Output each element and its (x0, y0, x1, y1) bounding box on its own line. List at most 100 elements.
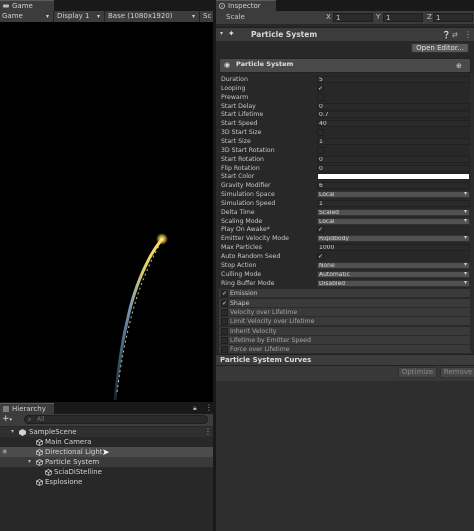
property-dropdown[interactable]: None (317, 261, 470, 269)
module-checkbox[interactable] (221, 318, 228, 326)
gameobject-cube-icon (45, 469, 52, 476)
property-checkbox[interactable]: ✓ (317, 84, 324, 92)
property-checkbox[interactable] (317, 129, 324, 137)
item-label: Esplosione (45, 478, 83, 486)
particle-module-header[interactable]: ◉ Particle System ⊕ (219, 58, 471, 73)
expand-arrow-icon[interactable]: ▾ (28, 457, 31, 467)
property-dropdown[interactable]: Local (317, 217, 470, 225)
open-editor-button[interactable]: Open Editor... (411, 43, 469, 53)
property-dropdown[interactable]: Rigidbody (317, 235, 470, 243)
scene-row[interactable]: ▾ SampleScene ⋮ (0, 427, 213, 437)
property-row: Start Lifetime 0.7 (219, 110, 471, 119)
property-row: Prewarm (219, 93, 471, 102)
module-row[interactable]: Limit Velocity over Lifetime (219, 317, 471, 327)
scale-label-cut: Sc (203, 12, 212, 20)
component-header[interactable]: ▾ ✦ Particle System ❔ ⇄ ⋮ (216, 27, 474, 41)
hierarchy-item[interactable]: Esplosione (0, 477, 213, 487)
resolution-dropdown[interactable]: Base (1080x1920) ▾ (106, 11, 198, 22)
color-swatch[interactable] (317, 173, 470, 181)
scale-z-value: 1 (436, 14, 441, 22)
hierarchy-item[interactable]: SciaDiStelline (0, 467, 213, 477)
module-row[interactable]: Lifetime by Emitter Speed (219, 335, 471, 345)
search-icon: ⌕ (28, 416, 32, 423)
hierarchy-item[interactable]: ◉ Directional Light ➤ (0, 447, 213, 458)
search-input[interactable]: ⌕ All (24, 415, 208, 424)
hierarchy-tabbar: Hierarchy 🔒︎ ⋮ (0, 403, 213, 414)
module-row[interactable]: ✓ Emission (219, 289, 471, 299)
property-dropdown[interactable]: Automatic (317, 270, 470, 278)
add-button[interactable]: +▾ (2, 415, 18, 425)
hierarchy-item[interactable]: ▾ Particle System (0, 457, 213, 467)
display-mode-dropdown[interactable]: Game ▾ (0, 11, 52, 22)
property-dropdown[interactable]: Disabled (317, 279, 470, 287)
property-dropdown[interactable]: Local (317, 191, 470, 199)
scale-z-field[interactable]: 1 (433, 13, 473, 22)
hierarchy-item[interactable]: Main Camera (0, 437, 213, 447)
kebab-menu-icon[interactable]: ⋮ (205, 403, 213, 412)
visibility-eye-icon[interactable]: ◉ (2, 447, 7, 457)
curves-header[interactable]: Particle System Curves (216, 354, 474, 365)
inspector-scrollbar[interactable] (470, 75, 474, 350)
scale-x-field[interactable]: 1 (333, 13, 373, 22)
module-checkbox[interactable] (221, 336, 228, 344)
property-label: Start Lifetime (221, 111, 264, 119)
module-checkbox[interactable]: ✓ (221, 299, 228, 307)
property-checkbox[interactable] (317, 93, 324, 101)
kebab-menu-icon[interactable]: ⋮ (464, 29, 472, 40)
display-dropdown[interactable]: Display 1 ▾ (55, 11, 103, 22)
optimize-button[interactable]: Optimize (398, 367, 437, 378)
module-checkbox[interactable] (221, 327, 228, 335)
property-checkbox[interactable] (317, 146, 324, 154)
module-row[interactable]: Velocity over Lifetime (219, 308, 471, 317)
property-field[interactable]: 0 (317, 164, 470, 172)
property-field[interactable]: 6 (317, 182, 470, 190)
curves-area (216, 365, 474, 531)
scale-row: Scale X 1 Y 1 Z 1 (216, 11, 474, 24)
property-label: Ring Buffer Mode (221, 279, 275, 287)
module-row[interactable]: Inherit Velocity (219, 326, 471, 336)
particle-module-icon: ◉ (224, 61, 231, 69)
help-icon[interactable]: ❔ (442, 30, 451, 40)
list-icon (3, 406, 9, 412)
game-tab[interactable]: Game (0, 0, 54, 11)
property-field[interactable]: 1000 (317, 244, 470, 252)
module-checkbox[interactable]: ✓ (221, 290, 228, 298)
scale-y-field[interactable]: 1 (383, 13, 423, 22)
hierarchy-tab[interactable]: Hierarchy (0, 403, 54, 414)
inspector-tab[interactable]: Inspector (216, 0, 276, 11)
property-checkbox[interactable]: ✓ (317, 253, 324, 260)
module-checkbox[interactable] (221, 309, 228, 316)
expand-arrow-icon[interactable]: ▾ (11, 427, 14, 437)
property-row: Duration 5 (219, 75, 471, 84)
property-label: Play On Awake* (221, 226, 270, 234)
property-row: 3D Start Size (219, 128, 471, 137)
module-row[interactable]: Force over Lifetime (219, 345, 471, 355)
scale-y-value: 1 (386, 14, 391, 22)
optimize-label: Optimize (401, 368, 434, 376)
preset-icon[interactable]: ⇄ (452, 30, 458, 40)
property-row: Start Rotation 0 (219, 155, 471, 164)
property-field[interactable]: 0 (317, 155, 470, 163)
property-value: Local (319, 217, 335, 225)
kebab-menu-icon[interactable]: ⋮ (204, 427, 212, 436)
item-label: Main Camera (45, 438, 92, 446)
property-field[interactable]: 5 (317, 76, 470, 83)
module-row[interactable]: ✓ Shape (219, 298, 471, 308)
component-enabled-checkbox[interactable] (240, 31, 247, 38)
module-checkbox[interactable] (221, 346, 228, 354)
property-field[interactable]: 0.7 (317, 111, 470, 119)
property-checkbox[interactable]: ✓ (317, 226, 324, 234)
remove-button[interactable]: Remove (440, 367, 474, 378)
property-row: Auto Random Seed ✓ (219, 252, 471, 261)
foldout-arrow-icon[interactable]: ▾ (220, 29, 223, 39)
property-field[interactable]: 40 (317, 120, 470, 128)
scale-slider-label[interactable]: Sc (201, 11, 213, 22)
game-tab-label: Game (12, 2, 33, 10)
lock-icon[interactable]: 🔒︎ (193, 404, 197, 413)
property-field[interactable]: 1 (317, 137, 470, 145)
property-field[interactable]: 0 (317, 102, 470, 110)
property-dropdown[interactable]: Scaled (317, 208, 470, 216)
add-module-icon[interactable]: ⊕ (456, 62, 462, 71)
display-mode-value: Game (2, 12, 23, 20)
property-field[interactable]: 1 (317, 199, 470, 207)
